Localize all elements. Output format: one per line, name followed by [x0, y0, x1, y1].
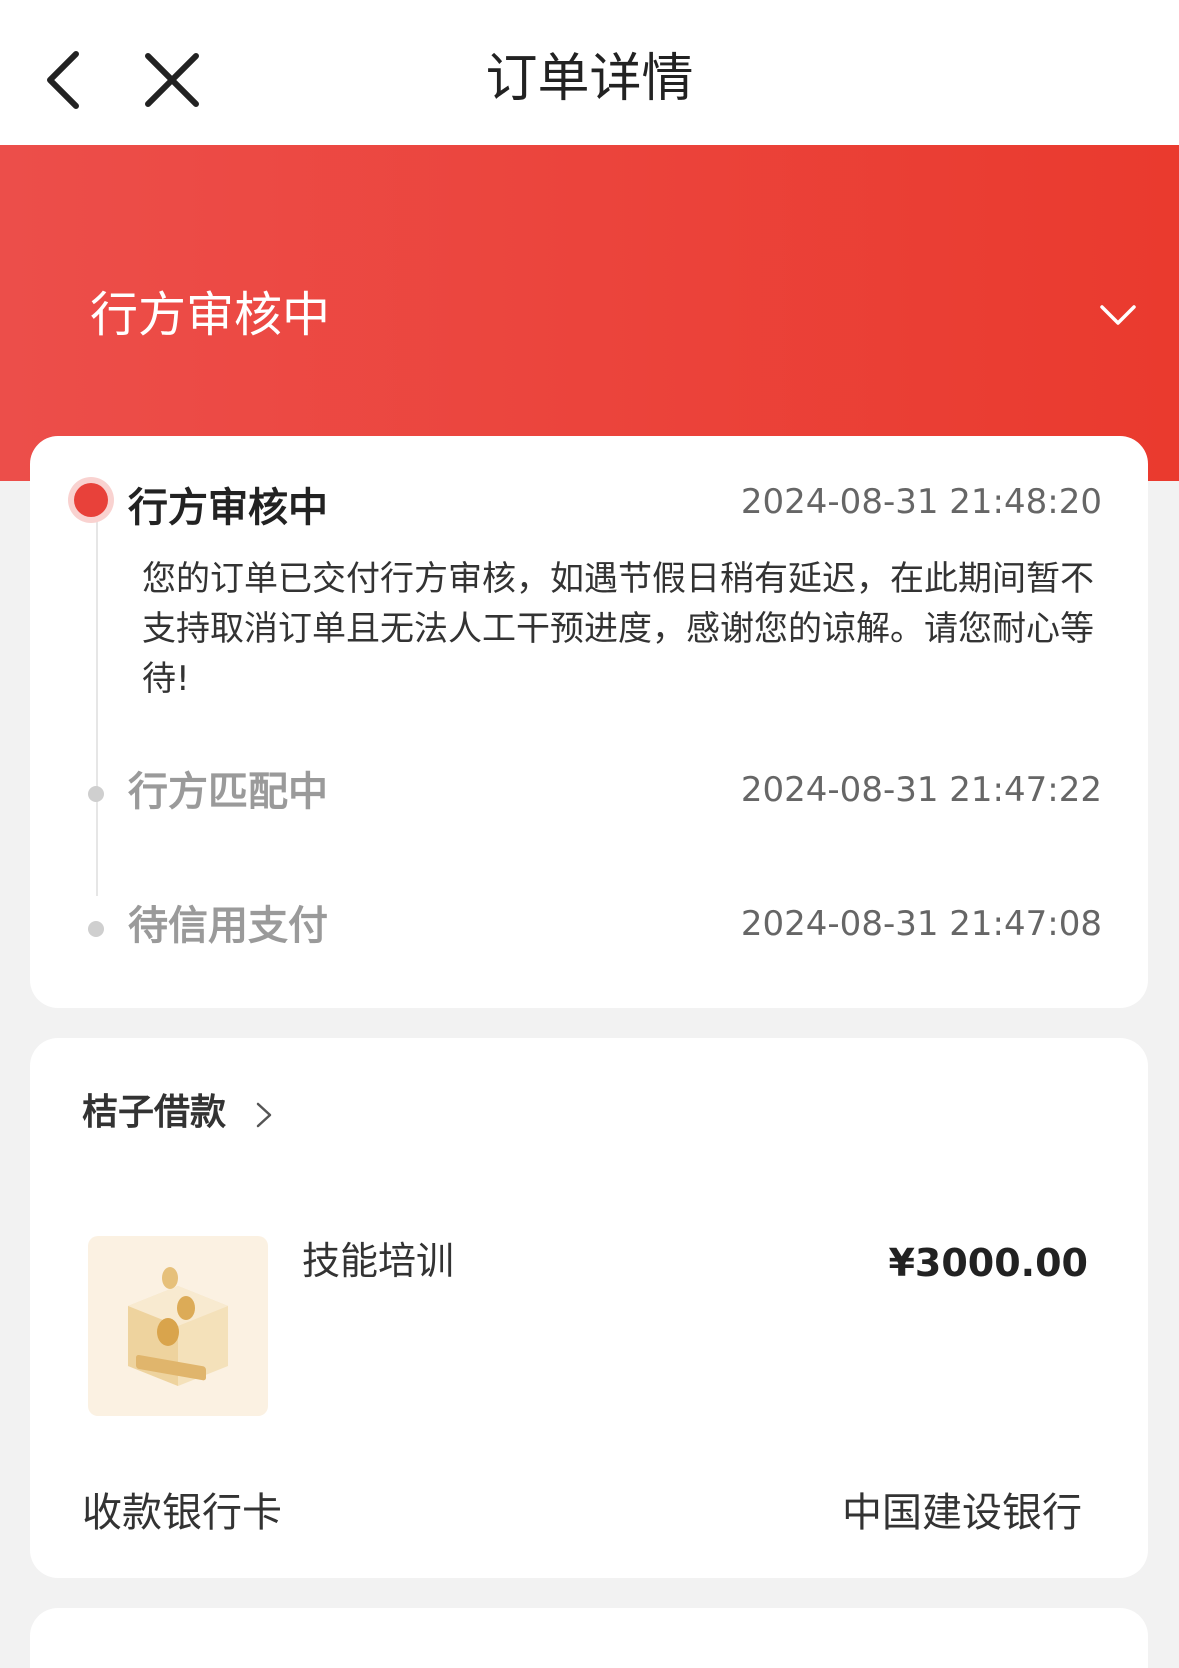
bank-card-label: 收款银行卡	[82, 1490, 282, 1536]
timeline-step-description: 您的订单已交付行方审核，如遇节假日稍有延迟，在此期间暂不支持取消订单且无法人工干…	[142, 559, 1094, 699]
banner-status-text: 行方审核中	[90, 287, 331, 343]
timeline-step-title: 行方匹配中	[128, 769, 328, 815]
order-card: 桔子借款 技能培训 ¥3000.00 收款银行卡 中国建设银行	[30, 1038, 1148, 1578]
chevron-down-icon[interactable]	[1098, 295, 1138, 335]
timeline-step-time: 2024-08-31 21:48:20	[740, 482, 1102, 522]
timeline-step-time: 2024-08-31 21:47:08	[740, 904, 1102, 944]
bank-card-value: 中国建设银行	[842, 1490, 1082, 1536]
timeline-line	[96, 516, 98, 896]
page-title: 订单详情	[485, 49, 694, 109]
merchant-name[interactable]: 桔子借款	[82, 1088, 226, 1138]
timeline-dot	[88, 921, 104, 937]
timeline-dot	[88, 786, 104, 802]
chevron-right-icon[interactable]	[252, 1100, 276, 1130]
timeline-step-title: 行方审核中	[128, 485, 328, 531]
timeline-step-title: 待信用支付	[128, 903, 328, 949]
product-name: 技能培训	[302, 1239, 455, 1283]
navigation-bar: 订单详情	[0, 0, 1179, 145]
status-timeline-card: 行方审核中 2024-08-31 21:48:20 您的订单已交付行方审核，如遇…	[30, 436, 1148, 1008]
next-card	[30, 1608, 1148, 1668]
timeline-dot-active	[74, 483, 108, 517]
status-banner[interactable]: 行方审核中	[0, 145, 1179, 481]
coin-box-icon	[88, 1236, 268, 1416]
product-price: ¥3000.00	[888, 1241, 1088, 1285]
timeline-step-time: 2024-08-31 21:47:22	[740, 770, 1102, 810]
